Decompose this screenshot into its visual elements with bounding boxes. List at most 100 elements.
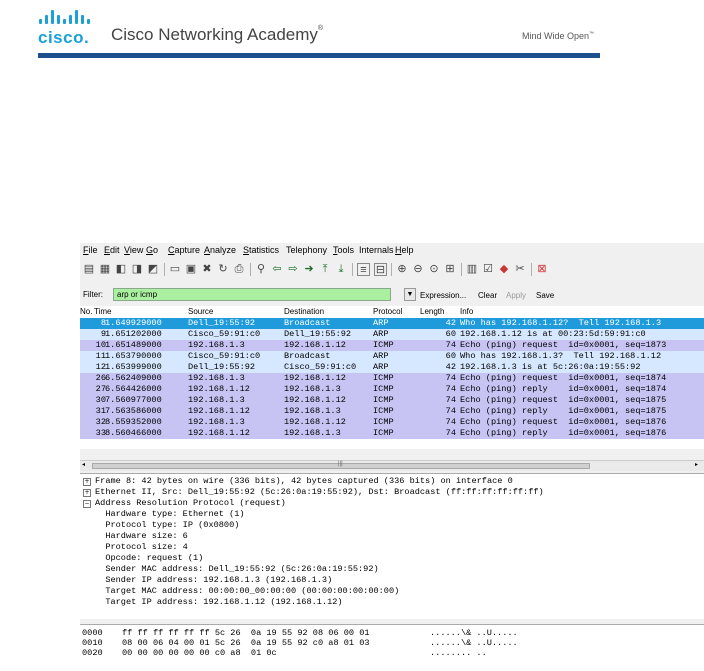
detail-row[interactable]: Sender MAC address: Dell_19:55:92 (5c:26… xyxy=(80,564,704,575)
packet-info: Who has 192.168.1.3? Tell 192.168.1.12 xyxy=(460,351,662,361)
detail-row[interactable]: Protocol type: IP (0x0800) xyxy=(80,520,704,531)
detail-row[interactable]: + Ethernet II, Src: Dell_19:55:92 (5c:26:… xyxy=(80,487,704,498)
packet-bytes: 0000 ff ff ff ff ff ff 5c 26 0a 19 55 92 … xyxy=(80,624,704,671)
clear-button[interactable]: Clear xyxy=(478,291,497,300)
forward-icon[interactable]: ⇨ xyxy=(287,263,299,275)
zoom-normal-icon[interactable]: ⊙ xyxy=(428,263,440,275)
preferences-icon[interactable]: ✂ xyxy=(514,263,526,275)
goto-packet-icon[interactable]: ➜ xyxy=(303,263,315,275)
packet-row[interactable]: 32 8.559352000 192.168.1.3 192.168.1.12 ICMP… xyxy=(80,417,704,428)
detail-row[interactable]: Sender IP address: 192.168.1.3 (192.168.… xyxy=(80,575,704,586)
coloring-rules-icon[interactable]: ◆ xyxy=(498,263,510,275)
menu-item-analyze[interactable]: Analyze xyxy=(204,245,236,255)
column-header-info[interactable]: Info xyxy=(460,307,473,316)
packet-row[interactable]: 30 7.560977000 192.168.1.3 192.168.1.12 ICMP… xyxy=(80,395,704,406)
column-header-protocol[interactable]: Protocol xyxy=(373,307,402,316)
help-icon[interactable]: ⊠ xyxy=(536,263,548,275)
column-header-source[interactable]: Source xyxy=(188,307,213,316)
resize-columns-icon[interactable]: ⊞ xyxy=(444,263,456,275)
packet-row[interactable]: 27 6.564426000 192.168.1.12 192.168.1.3 ICMP… xyxy=(80,384,704,395)
packet-proto: ICMP xyxy=(373,340,394,350)
hex-bytes: 08 00 06 04 00 01 5c 26 0a 19 55 92 c0 a… xyxy=(122,638,370,648)
find-icon[interactable]: ⚲ xyxy=(255,263,267,275)
scroll-right-icon[interactable]: ▸ xyxy=(695,461,698,468)
menu-item-internals[interactable]: Internals xyxy=(359,245,394,255)
packet-time: 1.653999000 xyxy=(105,362,162,372)
packet-row[interactable]: 12 1.653999000 Dell_19:55:92 Cisco_59:91:c0… xyxy=(80,362,704,373)
menu-item-tools[interactable]: Tools xyxy=(333,245,354,255)
capture-filters-icon[interactable]: ▥ xyxy=(466,263,478,275)
detail-text: Ethernet II, Src: Dell_19:55:92 (5c:26:0… xyxy=(95,487,544,497)
save-button[interactable]: Save xyxy=(536,291,554,300)
zoom-out-icon[interactable]: ⊖ xyxy=(412,263,424,275)
packet-time: 6.564426000 xyxy=(105,384,162,394)
auto-scroll-icon[interactable]: ⊟ xyxy=(374,263,387,276)
collapse-icon[interactable]: − xyxy=(83,500,91,508)
first-packet-icon[interactable]: ⤒ xyxy=(319,263,331,275)
packet-no: 9 xyxy=(100,329,106,339)
column-header-length[interactable]: Length xyxy=(420,307,444,316)
detail-text: Hardware type: Ethernet (1) xyxy=(95,509,245,519)
expand-icon[interactable]: + xyxy=(83,489,91,497)
expression-button[interactable]: Expression... xyxy=(420,291,466,300)
column-header-no[interactable]: No. xyxy=(80,307,92,316)
packet-row[interactable]: 8 1.649929000 Dell_19:55:92 Broadcast ARP 42 W… xyxy=(80,318,704,329)
packet-row[interactable]: 11 1.653790000 Cisco_59:91:c0 Broadcast ARP 6… xyxy=(80,351,704,362)
packet-list-scrollbar[interactable]: ◂ ||| ▸ xyxy=(80,460,704,471)
packet-row[interactable]: 10 1.651489000 192.168.1.3 192.168.1.12 ICMP… xyxy=(80,340,704,351)
packet-src: Cisco_59:91:c0 xyxy=(188,329,261,339)
academy-title: Cisco Networking Academy® xyxy=(111,25,324,44)
filter-dropdown-button[interactable]: ▼ xyxy=(404,288,416,301)
detail-text: Opcode: request (1) xyxy=(95,553,204,563)
column-header-destination[interactable]: Destination xyxy=(284,307,324,316)
menu-item-view[interactable]: View xyxy=(124,245,143,255)
stop-capture-icon[interactable]: ◨ xyxy=(131,263,143,275)
menu-item-statistics[interactable]: Statistics xyxy=(243,245,279,255)
menu-item-capture[interactable]: Capture xyxy=(168,245,200,255)
hex-ascii: ......\& ..U..... xyxy=(430,628,518,638)
expand-icon[interactable]: + xyxy=(83,478,91,486)
menu-item-file[interactable]: File xyxy=(83,245,98,255)
hex-row[interactable]: 0010 08 00 06 04 00 01 5c 26 0a 19 55 92 … xyxy=(82,638,702,648)
zoom-in-icon[interactable]: ⊕ xyxy=(396,263,408,275)
restart-capture-icon[interactable]: ◩ xyxy=(147,263,159,275)
close-file-icon[interactable]: ✖ xyxy=(201,263,213,275)
detail-row[interactable]: Opcode: request (1) xyxy=(80,553,704,564)
menu-item-telephony[interactable]: Telephony xyxy=(286,245,327,255)
packet-row[interactable]: 26 6.562409000 192.168.1.3 192.168.1.12 ICMP… xyxy=(80,373,704,384)
detail-row[interactable]: Hardware type: Ethernet (1) xyxy=(80,509,704,520)
options-icon[interactable]: ▦ xyxy=(99,263,111,275)
hex-row[interactable]: 0000 ff ff ff ff ff ff 5c 26 0a 19 55 92 … xyxy=(82,628,702,638)
apply-button[interactable]: Apply xyxy=(506,291,526,300)
hex-offset: 0010 xyxy=(82,638,103,648)
packet-no: 27 xyxy=(95,384,106,394)
detail-text: Address Resolution Protocol (request) xyxy=(95,498,286,508)
display-filters-icon[interactable]: ☑ xyxy=(482,263,494,275)
menu-item-help[interactable]: Help xyxy=(395,245,414,255)
packet-row[interactable]: 9 1.651202000 Cisco_59:91:c0 Dell_19:55:92 A… xyxy=(80,329,704,340)
menu-item-go[interactable]: Go xyxy=(146,245,158,255)
hex-row[interactable]: 0020 00 00 00 00 00 00 c0 a8 01 0c.......… xyxy=(82,648,702,658)
start-capture-icon[interactable]: ◧ xyxy=(115,263,127,275)
packet-row[interactable]: 31 7.563586000 192.168.1.12 192.168.1.3 ICMP… xyxy=(80,406,704,417)
print-icon[interactable]: ⎙ xyxy=(233,263,245,275)
interfaces-icon[interactable]: ▤ xyxy=(83,263,95,275)
open-file-icon[interactable]: ▭ xyxy=(169,263,181,275)
last-packet-icon[interactable]: ⤓ xyxy=(335,263,347,275)
detail-row[interactable]: − Address Resolution Protocol (request) xyxy=(80,498,704,509)
detail-row[interactable]: + Frame 8: 42 bytes on wire (336 bits), 4… xyxy=(80,476,704,487)
packet-info: Echo (ping) request id=0x0001, seq=1874 xyxy=(460,373,667,383)
detail-row[interactable]: Target IP address: 192.168.1.12 (192.168… xyxy=(80,597,704,608)
column-header-time[interactable]: Time xyxy=(94,307,111,316)
scroll-left-icon[interactable]: ◂ xyxy=(82,461,85,468)
detail-row[interactable]: Target MAC address: 00:00:00_00:00:00 (0… xyxy=(80,586,704,597)
save-file-icon[interactable]: ▣ xyxy=(185,263,197,275)
menu-item-edit[interactable]: Edit xyxy=(104,245,120,255)
packet-row[interactable]: 33 8.560466000 192.168.1.12 192.168.1.3 ICMP… xyxy=(80,428,704,439)
colorize-icon[interactable]: ≡ xyxy=(357,263,370,276)
display-filter-input[interactable]: arp or icmp xyxy=(113,288,391,301)
back-icon[interactable]: ⇦ xyxy=(271,263,283,275)
detail-row[interactable]: Protocol size: 4 xyxy=(80,542,704,553)
reload-icon[interactable]: ↻ xyxy=(217,263,229,275)
detail-row[interactable]: Hardware size: 6 xyxy=(80,531,704,542)
